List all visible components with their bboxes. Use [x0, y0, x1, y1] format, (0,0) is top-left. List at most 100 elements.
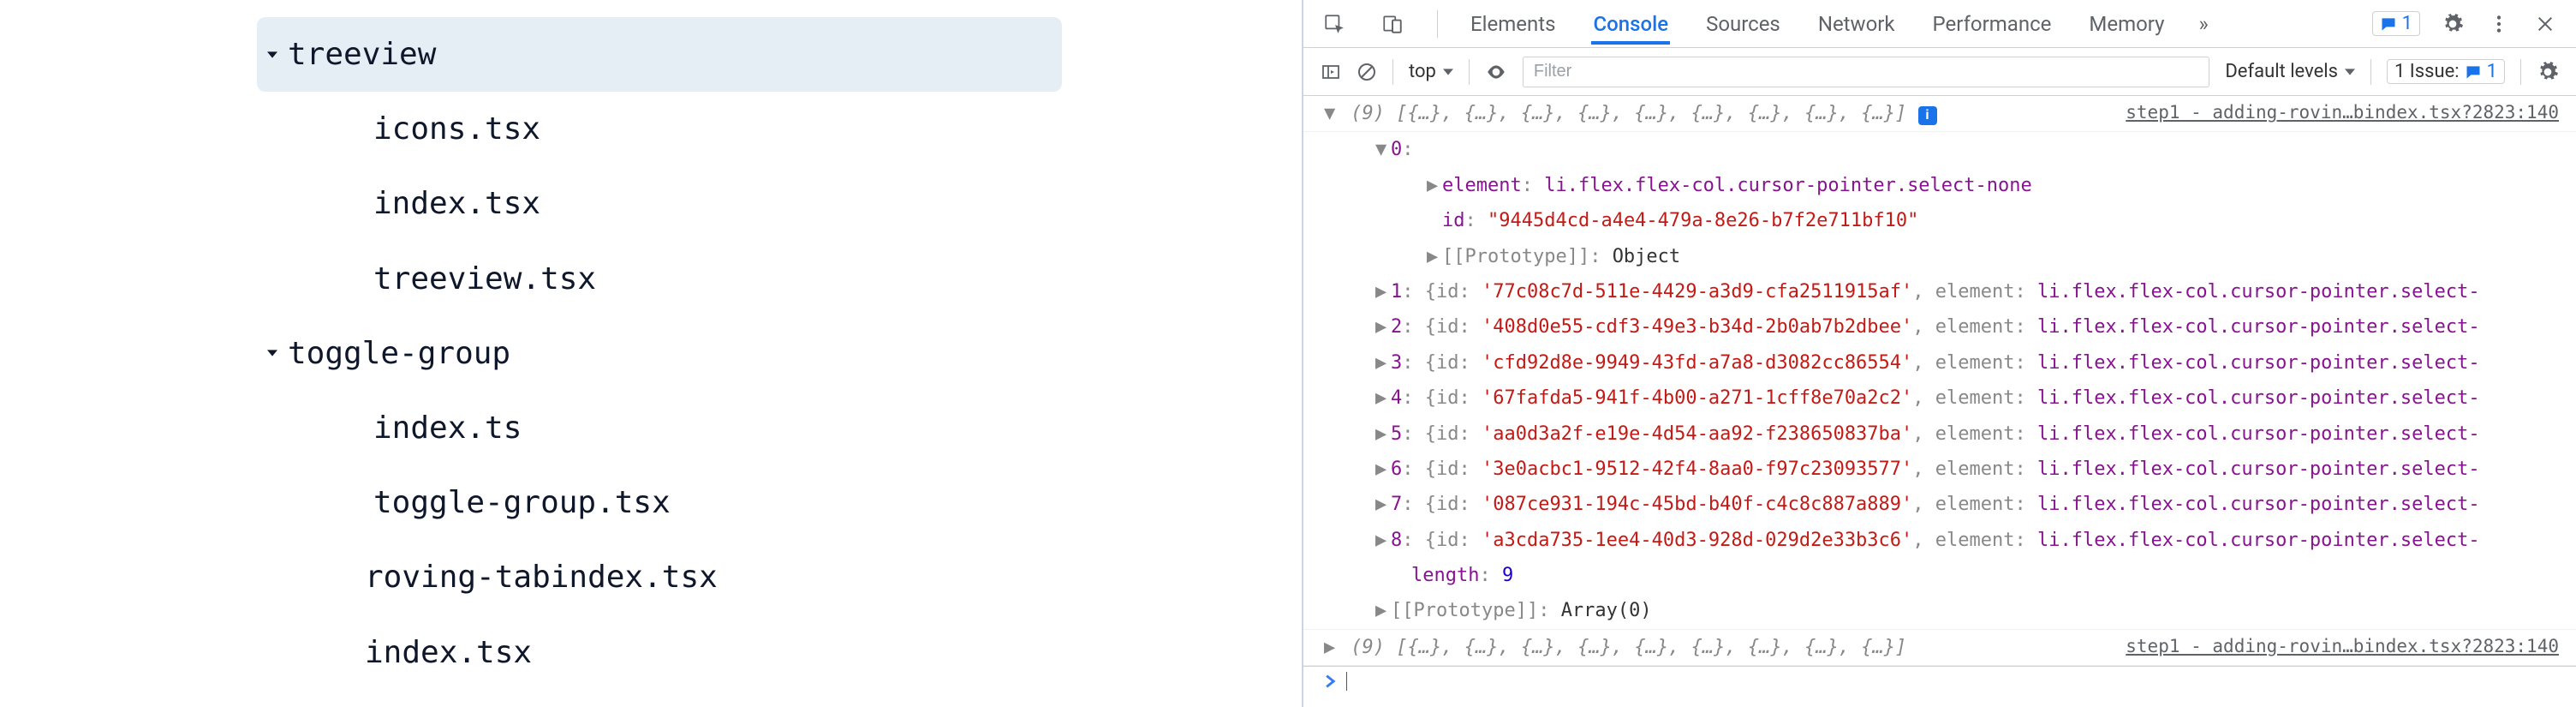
toolbar-separator: [1392, 59, 1393, 85]
tab-network[interactable]: Network: [1816, 3, 1897, 45]
console-row[interactable]: id: "9445d4cd-a4e4-479a-8e26-b7f2e711bf1…: [1303, 203, 2576, 238]
console-row[interactable]: ▶2: {id: '408d0e55-cdf3-49e3-b34d-2b0ab7…: [1303, 309, 2576, 345]
array-summary: [{…}, {…}, {…}, {…}, {…}, {…}, {…}, {…},…: [1396, 103, 1906, 124]
more-icon[interactable]: [2485, 10, 2513, 38]
settings-icon[interactable]: [2439, 10, 2466, 38]
disclosure-open-icon[interactable]: ▼: [1324, 98, 1339, 129]
element-selector: li.flex.flex-col.cursor-pointer.select-: [2037, 458, 2480, 480]
issues-count: 1: [2487, 61, 2497, 82]
tab-memory[interactable]: Memory: [2087, 3, 2166, 45]
console-row[interactable]: ▼0:: [1303, 132, 2576, 167]
chevron-right-icon[interactable]: ▶: [1375, 347, 1391, 379]
chevron-down-icon[interactable]: [257, 343, 288, 363]
id-value: '408d0e55-cdf3-49e3-b34d-2b0ab7b2dbee': [1482, 316, 1912, 338]
console-row[interactable]: ▶[[Prototype]]: Array(0): [1303, 593, 2576, 628]
live-expression-icon[interactable]: [1485, 61, 1507, 83]
element-selector: li.flex.flex-col.cursor-pointer.select-: [2037, 281, 2480, 303]
chevron-right-icon[interactable]: ▶: [1375, 524, 1391, 556]
id-value: 'cfd92d8e-9949-43fd-a7a8-d3082cc86554': [1482, 352, 1912, 374]
proto-value: Object: [1613, 246, 1680, 267]
filter-input[interactable]: [1523, 57, 2209, 87]
console-row[interactable]: ▶8: {id: 'a3cda735-1ee4-40d3-928d-029d2e…: [1303, 523, 2576, 558]
tree-item-label: roving-tabindex.tsx: [365, 543, 718, 611]
tab-console[interactable]: Console: [1591, 3, 1670, 45]
levels-label: Default levels: [2225, 61, 2338, 82]
tab-performance[interactable]: Performance: [1931, 3, 2054, 45]
tree-file[interactable]: index.tsx: [257, 166, 1062, 241]
tree-folder[interactable]: treeview: [257, 17, 1062, 92]
console-row[interactable]: ▶6: {id: '3e0acbc1-9512-42f4-8aa0-f97c23…: [1303, 452, 2576, 487]
item-index: 6: [1391, 458, 1402, 480]
console-row[interactable]: ▶[[Prototype]]: Object: [1303, 239, 2576, 274]
sidebar-toggle-icon[interactable]: [1321, 62, 1341, 82]
chevron-right-icon[interactable]: ▶: [1375, 595, 1391, 626]
disclosure-open-icon[interactable]: ▼: [1375, 134, 1391, 165]
chevron-right-icon[interactable]: ▶: [1427, 170, 1442, 201]
item-index: 0: [1391, 139, 1402, 160]
issues-label: 1 Issue:: [2394, 61, 2460, 82]
id-value: '087ce931-194c-45bd-b40f-c4c8c887a889': [1482, 494, 1912, 515]
chevron-right-icon[interactable]: ▶: [1375, 382, 1391, 414]
context-label: top: [1409, 61, 1436, 82]
element-selector: li.flex.flex-col.cursor-pointer.select-: [2037, 494, 2480, 515]
toolbar-separator: [2370, 59, 2371, 85]
element-selector: li.flex.flex-col.cursor-pointer.select-n…: [1544, 175, 2032, 196]
console-log-entry[interactable]: ▶ (9) [{…}, {…}, {…}, {…}, {…}, {…}, {…}…: [1303, 629, 2576, 666]
console-log-entry[interactable]: ▼ (9) [{…}, {…}, {…}, {…}, {…}, {…}, {…}…: [1303, 96, 2576, 132]
source-link[interactable]: step1 - adding-rovin…bindex.tsx?2823:140: [2108, 632, 2559, 662]
chevron-right-icon[interactable]: ▶: [1324, 632, 1339, 663]
console-row[interactable]: length: 9: [1303, 558, 2576, 593]
file-tree: treeviewicons.tsxindex.tsxtreeview.tsxto…: [0, 0, 1302, 707]
levels-selector[interactable]: Default levels: [2225, 61, 2355, 82]
console-row[interactable]: ▶4: {id: '67fafda5-941f-4b00-a271-1cff8e…: [1303, 380, 2576, 416]
chevron-down-icon[interactable]: [257, 45, 288, 65]
length-value: 9: [1502, 565, 1513, 586]
chevron-right-icon[interactable]: ▶: [1375, 453, 1391, 485]
element-selector: li.flex.flex-col.cursor-pointer.select-: [2037, 530, 2480, 551]
chevron-right-icon[interactable]: ▶: [1375, 488, 1391, 520]
messages-badge[interactable]: 1: [2372, 11, 2420, 36]
text-cursor: [1346, 672, 1347, 691]
tree-item-label: index.tsx: [373, 170, 540, 237]
tree-file[interactable]: roving-tabindex.tsx: [257, 540, 1062, 614]
tree-file[interactable]: index.ts: [257, 391, 1062, 465]
tree-folder[interactable]: toggle-group: [257, 316, 1062, 391]
property-key: element: [1442, 175, 1522, 196]
tabs-overflow[interactable]: »: [2197, 3, 2210, 45]
tree-file[interactable]: toggle-group.tsx: [257, 465, 1062, 540]
tab-sources[interactable]: Sources: [1704, 3, 1782, 45]
console-settings-icon[interactable]: [2537, 61, 2559, 83]
tab-elements[interactable]: Elements: [1469, 3, 1557, 45]
element-selector: li.flex.flex-col.cursor-pointer.select-: [2037, 387, 2480, 409]
element-selector: li.flex.flex-col.cursor-pointer.select-: [2037, 352, 2480, 374]
chevron-right-icon[interactable]: ▶: [1375, 418, 1391, 450]
console-row[interactable]: ▶3: {id: 'cfd92d8e-9949-43fd-a7a8-d3082c…: [1303, 345, 2576, 380]
console-row[interactable]: ▶5: {id: 'aa0d3a2f-e19e-4d54-aa92-f23865…: [1303, 416, 2576, 452]
context-selector[interactable]: top: [1409, 61, 1453, 82]
device-toggle-icon[interactable]: [1379, 10, 1406, 38]
chevron-right-icon[interactable]: ▶: [1375, 311, 1391, 343]
messages-count: 1: [2402, 13, 2412, 34]
tree-file[interactable]: index.tsx: [257, 615, 1062, 690]
tree-item-label: treeview.tsx: [373, 245, 596, 313]
console-row[interactable]: ▶7: {id: '087ce931-194c-45bd-b40f-c4c8c8…: [1303, 487, 2576, 522]
console-prompt[interactable]: [1303, 666, 2576, 696]
proto-value: Array(0): [1561, 600, 1652, 621]
issues-badge[interactable]: 1 Issue: 1: [2387, 59, 2505, 84]
tree-file[interactable]: icons.tsx: [257, 92, 1062, 166]
source-link[interactable]: step1 - adding-rovin…bindex.tsx?2823:140: [2108, 98, 2559, 129]
console-output: ▼ (9) [{…}, {…}, {…}, {…}, {…}, {…}, {…}…: [1303, 96, 2576, 707]
property-key: id: [1442, 210, 1465, 231]
console-row[interactable]: ▶1: {id: '77c08c7d-511e-4429-a3d9-cfa251…: [1303, 274, 2576, 309]
item-index: 4: [1391, 387, 1402, 409]
close-icon[interactable]: [2531, 10, 2559, 38]
info-icon[interactable]: i: [1918, 106, 1937, 125]
chevron-right-icon[interactable]: ▶: [1375, 276, 1391, 308]
chevron-right-icon[interactable]: ▶: [1427, 241, 1442, 273]
tree-file[interactable]: treeview.tsx: [257, 242, 1062, 316]
console-toolbar: top Default levels 1 Issue: 1: [1303, 48, 2576, 96]
tree-item-label: toggle-group: [288, 320, 510, 387]
clear-console-icon[interactable]: [1357, 62, 1377, 82]
inspect-icon[interactable]: [1321, 10, 1348, 38]
console-row[interactable]: ▶element: li.flex.flex-col.cursor-pointe…: [1303, 168, 2576, 203]
